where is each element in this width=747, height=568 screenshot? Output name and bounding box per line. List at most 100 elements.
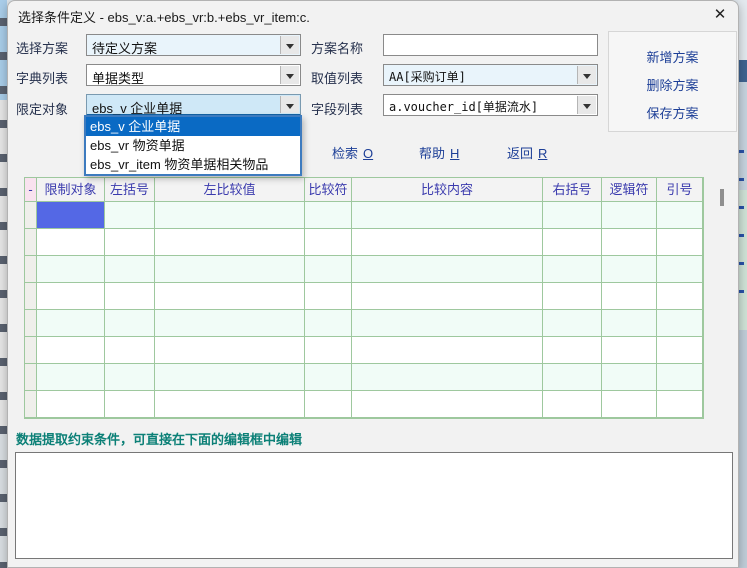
table-cell[interactable]	[657, 310, 703, 337]
chevron-down-icon[interactable]	[280, 36, 299, 54]
table-cell[interactable]	[305, 364, 352, 391]
delete-scheme-button[interactable]: 删除方案	[609, 75, 736, 94]
table-cell[interactable]	[105, 256, 155, 283]
row-header-cell[interactable]	[25, 229, 37, 256]
table-cell[interactable]	[155, 256, 305, 283]
dropdown-option-ebs-vr-item[interactable]: ebs_vr_item 物资单据相关物品	[86, 155, 300, 174]
return-button[interactable]: 返回R	[507, 143, 547, 162]
table-cell[interactable]	[543, 256, 602, 283]
table-cell[interactable]	[105, 364, 155, 391]
column-header-compare-content[interactable]: 比较内容	[352, 178, 543, 202]
table-cell[interactable]	[602, 229, 657, 256]
table-cell[interactable]	[155, 283, 305, 310]
dropdown-option-ebs-vr[interactable]: ebs_vr 物资单据	[86, 136, 300, 155]
selected-cell[interactable]	[37, 202, 105, 229]
table-cell[interactable]	[602, 310, 657, 337]
table-cell[interactable]	[602, 283, 657, 310]
search-button[interactable]: 检索O	[332, 143, 373, 162]
table-cell[interactable]	[37, 364, 105, 391]
table-cell[interactable]	[543, 364, 602, 391]
table-cell[interactable]	[657, 229, 703, 256]
table-cell[interactable]	[352, 391, 543, 418]
table-cell[interactable]	[657, 202, 703, 229]
table-cell[interactable]	[105, 229, 155, 256]
table-cell[interactable]	[602, 256, 657, 283]
table-cell[interactable]	[37, 391, 105, 418]
table-cell[interactable]	[155, 391, 305, 418]
constraint-editor[interactable]	[15, 452, 733, 559]
table-cell[interactable]	[305, 391, 352, 418]
row-header-cell[interactable]	[25, 391, 37, 418]
table-cell[interactable]	[305, 256, 352, 283]
table-cell[interactable]	[305, 202, 352, 229]
table-cell[interactable]	[543, 202, 602, 229]
dictionary-combobox[interactable]: 单据类型	[86, 64, 301, 86]
table-cell[interactable]	[657, 337, 703, 364]
row-header-cell[interactable]	[25, 364, 37, 391]
table-cell[interactable]	[105, 337, 155, 364]
row-header-cell[interactable]	[25, 202, 37, 229]
table-cell[interactable]	[543, 337, 602, 364]
add-scheme-button[interactable]: 新增方案	[609, 47, 736, 66]
table-cell[interactable]	[105, 202, 155, 229]
table-cell[interactable]	[155, 229, 305, 256]
help-button[interactable]: 帮助H	[419, 143, 459, 162]
table-cell[interactable]	[657, 256, 703, 283]
dropdown-option-ebs-v[interactable]: ebs_v 企业单据	[86, 117, 300, 136]
table-cell[interactable]	[657, 364, 703, 391]
chevron-down-icon[interactable]	[280, 66, 299, 84]
table-cell[interactable]	[155, 310, 305, 337]
table-cell[interactable]	[543, 391, 602, 418]
row-header-cell[interactable]	[25, 256, 37, 283]
row-header-cell[interactable]	[25, 337, 37, 364]
table-cell[interactable]	[352, 337, 543, 364]
save-scheme-button[interactable]: 保存方案	[609, 103, 736, 122]
column-header-comparator[interactable]: 比较符	[305, 178, 352, 202]
table-cell[interactable]	[37, 283, 105, 310]
column-header-quote[interactable]: 引号	[657, 178, 703, 202]
vertical-scrollbar-thumb[interactable]	[720, 189, 724, 206]
table-cell[interactable]	[37, 310, 105, 337]
scheme-combobox[interactable]: 待定义方案	[86, 34, 301, 56]
table-cell[interactable]	[657, 391, 703, 418]
table-cell[interactable]	[155, 364, 305, 391]
table-cell[interactable]	[305, 310, 352, 337]
table-corner-header[interactable]: -	[25, 178, 37, 202]
table-cell[interactable]	[305, 229, 352, 256]
table-cell[interactable]	[657, 283, 703, 310]
table-cell[interactable]	[543, 229, 602, 256]
column-header-right-paren[interactable]: 右括号	[543, 178, 602, 202]
table-cell[interactable]	[352, 202, 543, 229]
table-cell[interactable]	[543, 310, 602, 337]
table-cell[interactable]	[602, 391, 657, 418]
table-cell[interactable]	[37, 256, 105, 283]
table-cell[interactable]	[155, 202, 305, 229]
chevron-down-icon[interactable]	[577, 96, 596, 114]
column-header-limit-object[interactable]: 限制对象	[37, 178, 105, 202]
column-header-left-compare-value[interactable]: 左比较值	[155, 178, 305, 202]
table-cell[interactable]	[352, 283, 543, 310]
table-cell[interactable]	[352, 364, 543, 391]
row-header-cell[interactable]	[25, 283, 37, 310]
table-cell[interactable]	[602, 337, 657, 364]
column-header-left-paren[interactable]: 左括号	[105, 178, 155, 202]
chevron-down-icon[interactable]	[577, 66, 596, 84]
close-icon[interactable]: ✕	[708, 4, 732, 26]
table-cell[interactable]	[155, 337, 305, 364]
table-cell[interactable]	[543, 283, 602, 310]
table-cell[interactable]	[602, 202, 657, 229]
table-cell[interactable]	[37, 229, 105, 256]
table-cell[interactable]	[352, 310, 543, 337]
chevron-down-icon[interactable]	[280, 96, 299, 113]
table-cell[interactable]	[602, 364, 657, 391]
table-cell[interactable]	[37, 337, 105, 364]
table-cell[interactable]	[105, 310, 155, 337]
scheme-name-input[interactable]	[383, 34, 598, 56]
table-cell[interactable]	[305, 337, 352, 364]
table-cell[interactable]	[105, 391, 155, 418]
table-cell[interactable]	[105, 283, 155, 310]
table-cell[interactable]	[352, 256, 543, 283]
field-list-combobox[interactable]: a.voucher_id[单据流水]	[383, 94, 598, 116]
row-header-cell[interactable]	[25, 310, 37, 337]
column-header-logic-operator[interactable]: 逻辑符	[602, 178, 657, 202]
